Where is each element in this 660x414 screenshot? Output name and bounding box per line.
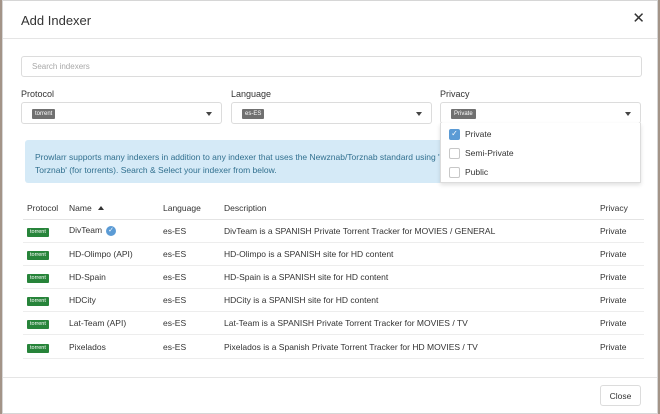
- table-row[interactable]: torrent DivTeam ✓ es-ES DivTeam is a SPANISH…: [23, 219, 644, 243]
- indexer-name: HD-Spain: [69, 271, 106, 282]
- row-language-cell: es-ES: [159, 334, 220, 359]
- row-privacy-cell: Private: [596, 219, 644, 243]
- table-row[interactable]: torrent HDCity es-ES HDCity is a SPANISH si…: [23, 288, 644, 313]
- checkbox-icon[interactable]: [449, 147, 460, 159]
- privacy-option-label: Private: [465, 129, 492, 139]
- table-row[interactable]: torrent HD-Spain es-ES HD-Spain is a SPANIS…: [23, 265, 644, 290]
- protocol-select[interactable]: torrent: [21, 102, 222, 124]
- protocol-badge: torrent: [27, 250, 49, 260]
- indexer-table: Protocol Name Language Description Priva…: [23, 197, 644, 359]
- column-header-name[interactable]: Name: [65, 197, 159, 220]
- protocol-badge: torrent: [27, 297, 49, 307]
- row-protocol-cell: torrent: [23, 288, 65, 313]
- privacy-select-value: Private: [451, 109, 476, 119]
- row-name-cell: HD-Olimpo (API): [65, 242, 159, 266]
- checkbox-icon[interactable]: [449, 166, 460, 178]
- protocol-select-value: torrent: [32, 109, 56, 119]
- protocol-badge: torrent: [27, 227, 49, 237]
- row-language-cell: es-ES: [159, 265, 220, 290]
- privacy-select[interactable]: Private: [440, 102, 641, 124]
- table-row[interactable]: torrent HD-Olimpo (API) es-ES HD-Olimpo is …: [23, 242, 644, 266]
- privacy-option-private[interactable]: ✓ Private: [449, 127, 491, 141]
- close-button[interactable]: Close: [600, 385, 641, 406]
- caret-down-icon: [206, 112, 212, 116]
- checkbox-checked-icon[interactable]: ✓: [449, 128, 460, 140]
- row-protocol-cell: torrent: [23, 219, 65, 243]
- caret-down-icon: [416, 112, 422, 116]
- privacy-label: Privacy: [440, 89, 470, 99]
- column-header-language[interactable]: Language: [159, 197, 220, 220]
- protocol-badge: torrent: [27, 343, 49, 353]
- indexer-name: DivTeam: [69, 225, 103, 236]
- row-privacy-cell: Private: [596, 242, 644, 266]
- column-header-description[interactable]: Description: [220, 197, 596, 220]
- indexer-name: Lat-Team (API): [69, 318, 127, 329]
- modal-title: Add Indexer: [21, 13, 92, 28]
- close-icon[interactable]: ✕: [632, 11, 645, 26]
- language-label: Language: [231, 89, 272, 99]
- indexer-name: HD-Olimpo (API): [69, 248, 133, 259]
- row-language-cell: es-ES: [159, 242, 220, 266]
- row-privacy-cell: Private: [596, 311, 644, 336]
- row-name-cell: DivTeam ✓: [65, 219, 159, 243]
- indexer-name: HDCity: [69, 295, 96, 306]
- privacy-dropdown-menu: ✓ Private Semi-Private Public: [440, 123, 641, 183]
- row-privacy-cell: Private: [596, 334, 644, 359]
- row-description-cell: Lat-Team is a SPANISH Private Torrent Tr…: [220, 311, 596, 336]
- row-privacy-cell: Private: [596, 288, 644, 313]
- privacy-option-label: Public: [465, 167, 489, 177]
- row-name-cell: Lat-Team (API): [65, 311, 159, 336]
- table-row[interactable]: torrent Pixelados es-ES Pixelados is a Span…: [23, 334, 644, 359]
- row-protocol-cell: torrent: [23, 334, 65, 359]
- row-language-cell: es-ES: [159, 219, 220, 243]
- column-header-privacy[interactable]: Privacy: [596, 197, 644, 220]
- modal-footer: Close: [3, 377, 657, 413]
- row-privacy-cell: Private: [596, 265, 644, 290]
- column-header-protocol[interactable]: Protocol: [23, 197, 65, 220]
- table-header-row: Protocol Name Language Description Priva…: [23, 197, 644, 220]
- privacy-option-label: Semi-Private: [465, 148, 514, 158]
- modal-header: Add Indexer ✕: [3, 1, 657, 39]
- row-name-cell: HDCity: [65, 288, 159, 313]
- column-header-name-label: Name: [69, 202, 92, 213]
- privacy-option-public[interactable]: Public: [449, 165, 488, 179]
- privacy-option-semi-private[interactable]: Semi-Private: [449, 146, 514, 160]
- row-language-cell: es-ES: [159, 311, 220, 336]
- sort-ascending-icon: [97, 205, 104, 210]
- caret-down-icon: [625, 112, 631, 116]
- row-language-cell: es-ES: [159, 288, 220, 313]
- table-row[interactable]: torrent Lat-Team (API) es-ES Lat-Team is a …: [23, 311, 644, 336]
- protocol-badge: torrent: [27, 320, 49, 330]
- row-description-cell: DivTeam is a SPANISH Private Torrent Tra…: [220, 219, 596, 243]
- row-protocol-cell: torrent: [23, 311, 65, 336]
- row-description-cell: Pixelados is a Spanish Private Torrent T…: [220, 334, 596, 359]
- protocol-badge: torrent: [27, 273, 49, 283]
- row-name-cell: HD-Spain: [65, 265, 159, 290]
- row-description-cell: HDCity is a SPANISH site for HD content: [220, 288, 596, 313]
- row-name-cell: Pixelados: [65, 334, 159, 359]
- language-select-value: es-ES: [242, 109, 265, 119]
- search-input[interactable]: [21, 56, 642, 77]
- verified-check-icon: ✓: [106, 225, 117, 236]
- row-description-cell: HD-Olimpo is a SPANISH site for HD conte…: [220, 242, 596, 266]
- protocol-label: Protocol: [21, 89, 55, 99]
- row-protocol-cell: torrent: [23, 265, 65, 290]
- add-indexer-modal: Add Indexer ✕ Protocol torrent Language …: [2, 0, 658, 414]
- indexer-name: Pixelados: [69, 341, 106, 352]
- language-select[interactable]: es-ES: [231, 102, 432, 124]
- row-description-cell: HD-Spain is a SPANISH site for HD conten…: [220, 265, 596, 290]
- row-protocol-cell: torrent: [23, 242, 65, 266]
